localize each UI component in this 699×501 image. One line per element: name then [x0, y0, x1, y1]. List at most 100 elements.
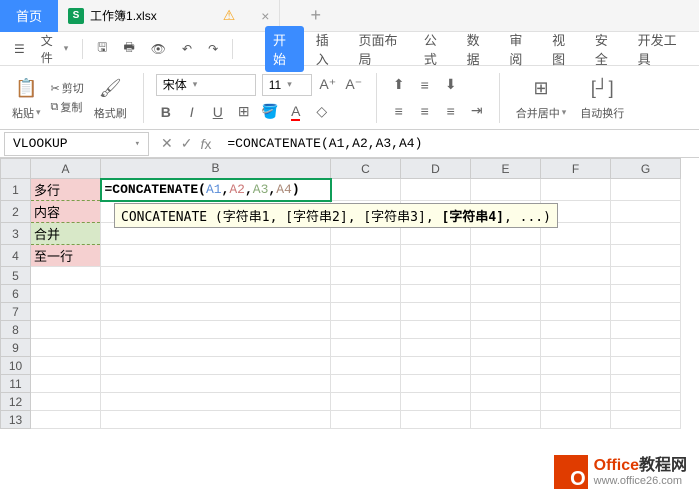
cell[interactable] — [331, 285, 401, 303]
cell[interactable] — [541, 393, 611, 411]
cell[interactable] — [31, 411, 101, 429]
font-size-select[interactable]: 11▾ — [262, 74, 312, 96]
col-header[interactable]: F — [541, 159, 611, 179]
align-top-button[interactable]: ⬆ — [389, 75, 409, 95]
cell[interactable] — [101, 357, 331, 375]
cell[interactable] — [331, 303, 401, 321]
border-button[interactable]: ⊞ — [234, 102, 254, 122]
paste-button[interactable]: 粘贴▾ — [12, 105, 41, 121]
cell[interactable] — [31, 357, 101, 375]
wrap-icon[interactable]: [┘] — [588, 75, 616, 103]
new-tab-button[interactable]: + — [310, 5, 321, 26]
print-button[interactable]: 🖶 — [117, 34, 140, 63]
cell[interactable] — [31, 375, 101, 393]
cell[interactable] — [611, 223, 681, 245]
cell[interactable] — [101, 375, 331, 393]
tab-data[interactable]: 数据 — [459, 26, 498, 72]
cell[interactable] — [331, 267, 401, 285]
spreadsheet-grid[interactable]: A B C D E F G 1 多行 =CONCATENATE(A1,A2,A3… — [0, 158, 699, 429]
cell[interactable] — [331, 179, 401, 201]
cell[interactable] — [611, 285, 681, 303]
cell[interactable] — [611, 179, 681, 201]
cell-a2[interactable]: 内容 — [31, 201, 101, 223]
merge-button[interactable]: 合并居中▾ — [516, 105, 567, 121]
align-left-button[interactable]: ≡ — [389, 101, 409, 121]
cell[interactable] — [101, 321, 331, 339]
cell[interactable] — [31, 393, 101, 411]
close-tab-icon[interactable]: × — [261, 8, 269, 24]
row-header[interactable]: 7 — [1, 303, 31, 321]
cell[interactable] — [331, 339, 401, 357]
tab-dev[interactable]: 开发工具 — [630, 26, 691, 72]
cell[interactable] — [401, 321, 471, 339]
cell[interactable] — [471, 357, 541, 375]
row-header[interactable]: 8 — [1, 321, 31, 339]
cell[interactable] — [331, 245, 401, 267]
cell[interactable] — [471, 285, 541, 303]
cell[interactable] — [471, 303, 541, 321]
name-box[interactable]: VLOOKUP▾ — [4, 132, 149, 156]
tab-layout[interactable]: 页面布局 — [350, 26, 411, 72]
cell[interactable] — [31, 339, 101, 357]
indent-button[interactable]: ⇥ — [467, 101, 487, 121]
col-header[interactable]: G — [611, 159, 681, 179]
cell[interactable] — [611, 321, 681, 339]
cell-a4[interactable]: 至一行 — [31, 245, 101, 267]
save-button[interactable]: 🖫 — [91, 34, 113, 63]
tab-security[interactable]: 安全 — [587, 26, 626, 72]
wrap-button[interactable]: 自动换行 — [580, 105, 624, 121]
decrease-font-button[interactable]: A⁻ — [344, 75, 364, 95]
preview-button[interactable]: 👁 — [145, 38, 172, 60]
cell[interactable] — [471, 393, 541, 411]
cell[interactable] — [331, 375, 401, 393]
cell[interactable] — [401, 393, 471, 411]
col-header[interactable]: D — [401, 159, 471, 179]
merge-icon[interactable]: ⊞ — [527, 75, 555, 103]
file-menu[interactable]: 文件▾ — [35, 28, 75, 70]
cell[interactable] — [331, 357, 401, 375]
cell[interactable] — [611, 245, 681, 267]
col-header[interactable]: C — [331, 159, 401, 179]
tab-view[interactable]: 视图 — [544, 26, 583, 72]
fx-icon[interactable]: fx — [200, 136, 211, 152]
paste-icon[interactable]: 📋 — [12, 75, 40, 103]
format-painter-icon[interactable]: 🖌 — [96, 75, 124, 103]
cancel-formula-icon[interactable]: ✕ — [161, 135, 173, 152]
cell[interactable] — [401, 357, 471, 375]
cell[interactable] — [541, 357, 611, 375]
font-color-button[interactable]: A — [286, 102, 306, 122]
bold-button[interactable]: B — [156, 102, 176, 122]
row-header[interactable]: 13 — [1, 411, 31, 429]
cell[interactable] — [31, 267, 101, 285]
row-header[interactable]: 9 — [1, 339, 31, 357]
cell[interactable] — [101, 393, 331, 411]
cell[interactable] — [331, 393, 401, 411]
cell[interactable] — [401, 285, 471, 303]
cell[interactable] — [331, 411, 401, 429]
col-header[interactable]: B — [101, 159, 331, 179]
cell[interactable] — [31, 303, 101, 321]
tab-review[interactable]: 审阅 — [501, 26, 540, 72]
col-header[interactable]: E — [471, 159, 541, 179]
cell[interactable] — [471, 375, 541, 393]
cell[interactable] — [611, 393, 681, 411]
underline-button[interactable]: U — [208, 102, 228, 122]
align-bottom-button[interactable]: ⬇ — [441, 75, 461, 95]
cell[interactable] — [611, 201, 681, 223]
row-header[interactable]: 2 — [1, 201, 31, 223]
cell[interactable] — [401, 339, 471, 357]
cell[interactable] — [401, 303, 471, 321]
cell[interactable] — [541, 245, 611, 267]
tab-insert[interactable]: 插入 — [308, 26, 347, 72]
cell[interactable] — [471, 339, 541, 357]
copy-button[interactable]: ⧉ 复制 — [51, 99, 84, 115]
cell[interactable] — [401, 267, 471, 285]
cell[interactable] — [471, 321, 541, 339]
accept-formula-icon[interactable]: ✓ — [181, 135, 193, 152]
cell[interactable] — [471, 411, 541, 429]
cut-button[interactable]: ✂ 剪切 — [51, 80, 84, 96]
cell[interactable] — [101, 339, 331, 357]
cell[interactable] — [611, 411, 681, 429]
cell[interactable] — [541, 411, 611, 429]
cell[interactable] — [101, 411, 331, 429]
